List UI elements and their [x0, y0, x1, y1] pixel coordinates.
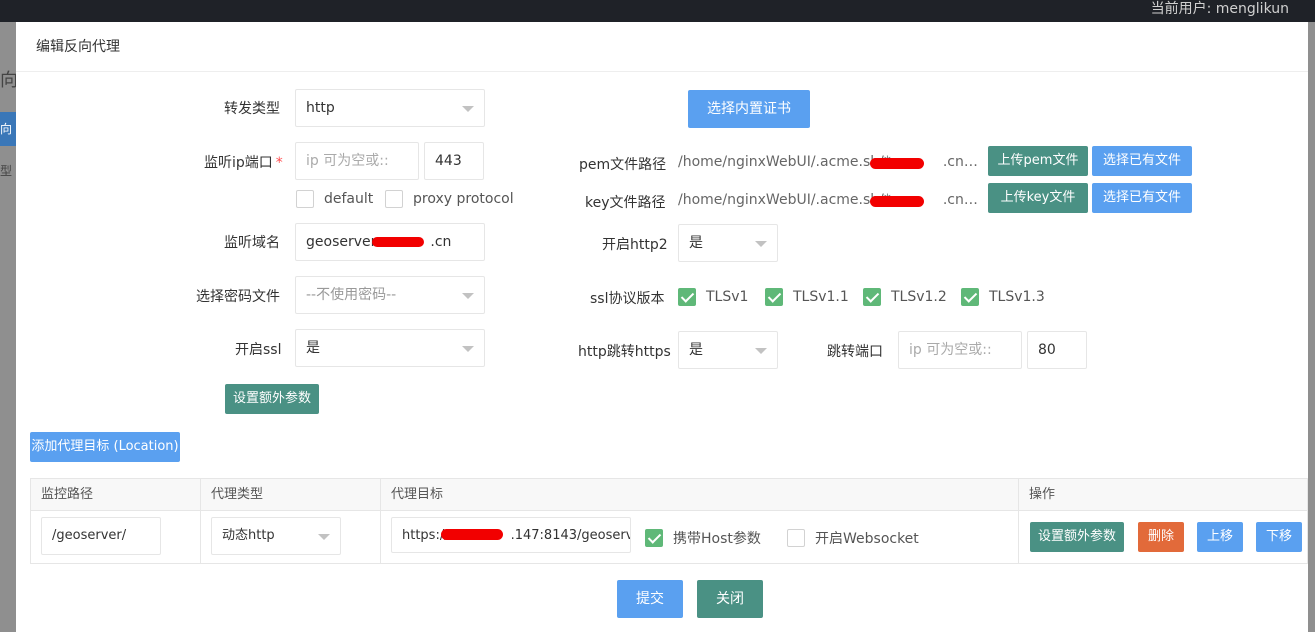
- password-file-select[interactable]: --不使用密码--: [295, 276, 485, 314]
- cell-actions: 设置额外参数 删除 上移 下移: [1019, 511, 1309, 563]
- table-header: 监控路径 代理类型 代理目标 操作: [31, 479, 1307, 511]
- checkbox-box[interactable]: [678, 288, 696, 306]
- proxy-type-value: 动态http: [222, 528, 275, 543]
- checkbox-box[interactable]: [296, 190, 314, 208]
- tls-v1-checkbox[interactable]: TLSv1: [678, 288, 748, 306]
- proxy-target-input[interactable]: https://.147:8143/geoserver/: [391, 517, 631, 553]
- ssl-value: 是: [306, 340, 320, 356]
- tls-v1-1-label: TLSv1.1: [793, 289, 849, 305]
- header-actions: 操作: [1029, 487, 1056, 502]
- tls-v1-2-checkbox[interactable]: TLSv1.2: [863, 288, 947, 306]
- location-path-input[interactable]: /geoserver/: [41, 517, 161, 555]
- listen-port-input[interactable]: 443: [424, 142, 484, 180]
- checkbox-box[interactable]: [961, 288, 979, 306]
- checkbox-box[interactable]: [863, 288, 881, 306]
- websocket-checkbox[interactable]: 开启Websocket: [787, 528, 919, 548]
- http2-select[interactable]: 是: [678, 224, 778, 262]
- redaction-mark: [870, 158, 924, 169]
- edit-reverse-proxy-dialog: 编辑反向代理 转发类型 http 监听ip端口 * ip 可为空或:: 443 d…: [16, 22, 1308, 632]
- chevron-down-icon: [462, 293, 474, 299]
- choose-existing-key-button[interactable]: 选择已有文件: [1092, 183, 1192, 213]
- http-redirect-label: http跳转https: [578, 344, 671, 360]
- header-target: 代理目标: [381, 479, 1019, 511]
- redaction-mark: [372, 237, 424, 247]
- chevron-down-icon: [462, 346, 474, 352]
- listen-ip-input[interactable]: ip 可为空或::: [295, 142, 419, 180]
- background-button-fragment: 向代: [0, 112, 16, 146]
- tls-v1-label: TLSv1: [706, 289, 749, 305]
- key-path-value: /home/nginxWebUI/.acme.sh/*.cn/*....: [678, 192, 980, 208]
- redirect-port-input[interactable]: 80: [1027, 331, 1087, 369]
- redaction-mark: [441, 529, 503, 540]
- background-right-strip: [1308, 22, 1315, 632]
- choose-existing-pem-button[interactable]: 选择已有文件: [1092, 146, 1192, 176]
- http2-value: 是: [689, 235, 703, 251]
- key-path-label: key文件路径: [585, 195, 666, 211]
- row-extra-params-button[interactable]: 设置额外参数: [1030, 522, 1124, 552]
- tls-v1-1-checkbox[interactable]: TLSv1.1: [765, 288, 849, 306]
- host-param-label: 携带Host参数: [673, 531, 761, 547]
- forward-type-label: 转发类型: [224, 101, 280, 117]
- listen-domain-label: 监听域名: [224, 235, 280, 251]
- chevron-down-icon: [755, 241, 767, 247]
- listen-domain-value-prefix: geoserver: [306, 234, 377, 250]
- redirect-port-label: 跳转端口: [827, 344, 883, 360]
- submit-button[interactable]: 提交: [617, 580, 683, 618]
- checkbox-box[interactable]: [787, 529, 805, 547]
- background-strip: 向 向代 型: [0, 22, 18, 632]
- redirect-ip-input[interactable]: ip 可为空或::: [898, 331, 1022, 369]
- cell-type: 动态http: [201, 511, 381, 563]
- checkbox-box[interactable]: [645, 529, 663, 547]
- ssl-label: 开启ssl: [235, 342, 282, 358]
- close-button[interactable]: 关闭: [697, 580, 763, 618]
- cell-path: /geoserver/: [31, 511, 201, 563]
- forward-type-value: http: [306, 100, 335, 116]
- chevron-down-icon: [462, 106, 474, 112]
- listen-domain-value-suffix: .cn: [430, 234, 452, 250]
- proxy-protocol-checkbox-label: proxy protocol: [413, 191, 514, 207]
- extra-params-button[interactable]: 设置额外参数: [225, 384, 319, 414]
- pem-path-value: /home/nginxWebUI/.acme.sh/*.cn/ful...: [678, 154, 980, 170]
- move-down-button[interactable]: 下移: [1256, 522, 1302, 552]
- listen-ip-port-label: 监听ip端口 *: [204, 155, 283, 171]
- tls-v1-2-label: TLSv1.2: [891, 289, 947, 305]
- checkbox-box[interactable]: [385, 190, 403, 208]
- checkbox-box[interactable]: [765, 288, 783, 306]
- default-checkbox[interactable]: default: [296, 190, 373, 208]
- http-redirect-value: 是: [689, 342, 703, 358]
- ssl-select[interactable]: 是: [295, 329, 485, 367]
- ssl-protocol-label: ssl协议版本: [590, 291, 665, 307]
- builtin-cert-button[interactable]: 选择内置证书: [688, 90, 810, 128]
- location-table: 监控路径 代理类型 代理目标 操作 /geoserver/ 动态http htt…: [30, 478, 1308, 564]
- redaction-mark: [870, 196, 924, 207]
- proxy-protocol-checkbox[interactable]: proxy protocol: [385, 190, 514, 208]
- upload-key-button[interactable]: 上传key文件: [988, 183, 1088, 213]
- pem-path-label: pem文件路径: [579, 157, 667, 173]
- top-bar: 当前用户: menglikun: [0, 0, 1315, 22]
- header-type: 代理类型: [201, 479, 381, 511]
- password-file-label: 选择密码文件: [196, 289, 280, 305]
- proxy-type-select[interactable]: 动态http: [211, 517, 341, 555]
- http-redirect-select[interactable]: 是: [678, 331, 778, 369]
- default-checkbox-label: default: [324, 191, 374, 207]
- table-row: /geoserver/ 动态http https://.147:8143/geo…: [31, 511, 1307, 563]
- add-location-button[interactable]: 添加代理目标 (Location): [30, 432, 180, 462]
- tls-v1-3-label: TLSv1.3: [989, 289, 1045, 305]
- http2-label: 开启http2: [602, 237, 668, 253]
- delete-button[interactable]: 删除: [1138, 522, 1184, 552]
- header-path: 监控路径: [31, 479, 201, 511]
- host-param-checkbox[interactable]: 携带Host参数: [645, 528, 761, 548]
- tls-v1-3-checkbox[interactable]: TLSv1.3: [961, 288, 1045, 306]
- forward-type-select[interactable]: http: [295, 89, 485, 127]
- upload-pem-button[interactable]: 上传pem文件: [988, 146, 1088, 176]
- move-up-button[interactable]: 上移: [1197, 522, 1243, 552]
- websocket-label: 开启Websocket: [815, 531, 919, 547]
- chevron-down-icon: [318, 534, 330, 540]
- chevron-down-icon: [755, 348, 767, 354]
- password-file-value: --不使用密码--: [306, 287, 397, 303]
- cell-target: https://.147:8143/geoserver/ 携带Host参数 开启…: [381, 511, 1019, 563]
- background-label-fragment: 型: [0, 164, 13, 178]
- dialog-title: 编辑反向代理: [16, 22, 1308, 72]
- current-user-label: 当前用户: menglikun: [1150, 1, 1289, 17]
